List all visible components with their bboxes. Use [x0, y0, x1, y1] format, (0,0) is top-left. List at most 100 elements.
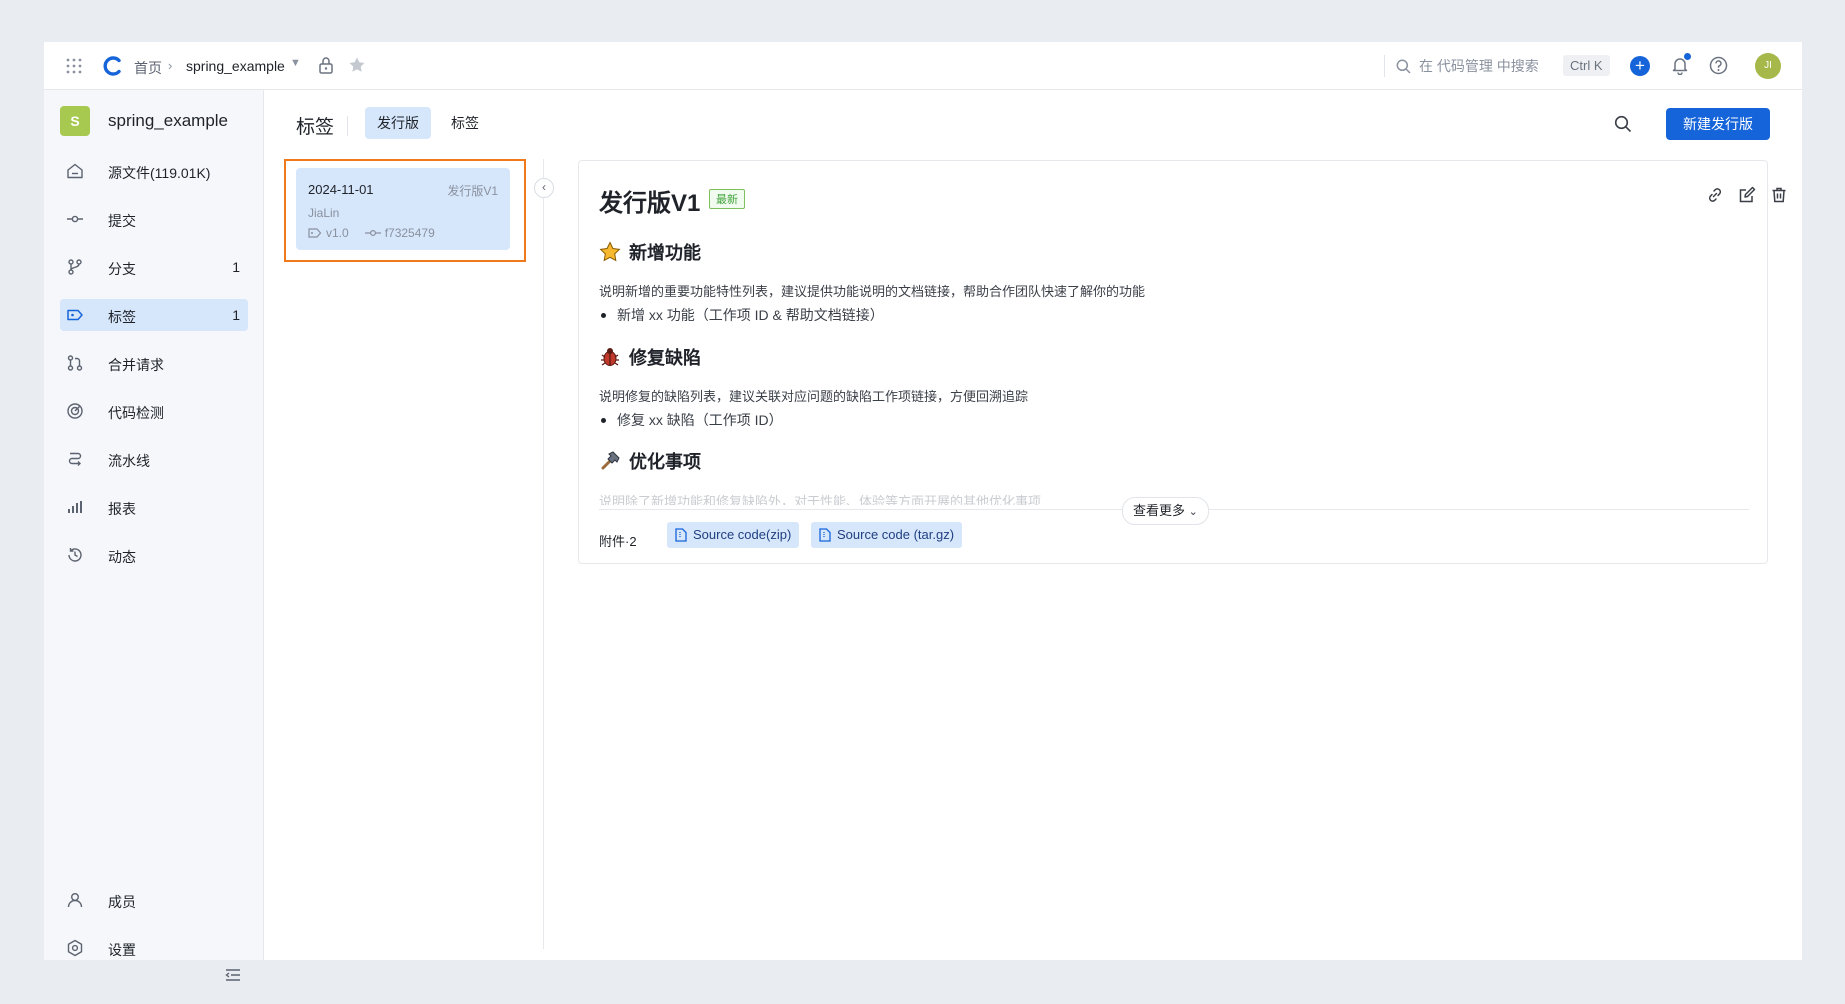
- bug-emoji-icon: [601, 348, 619, 366]
- sidebar-item-count: 1: [232, 307, 240, 323]
- section-heading: 修复缺陷: [599, 344, 701, 370]
- divider: [543, 159, 544, 949]
- star-emoji-icon: [599, 241, 621, 262]
- sidebar-item-label: 报表: [108, 501, 136, 517]
- bullet: [601, 417, 606, 423]
- avatar[interactable]: JI: [1755, 53, 1781, 79]
- repo-header[interactable]: S spring_example: [60, 106, 228, 136]
- divider: [1384, 55, 1385, 77]
- sidebar-item-label: 流水线: [108, 453, 150, 469]
- commit-icon: [364, 229, 381, 237]
- show-more-label: 查看更多: [1133, 503, 1186, 518]
- sidebar-item-reports[interactable]: 报表: [60, 491, 248, 523]
- tag-icon: [67, 309, 83, 321]
- breadcrumb-repo[interactable]: spring_example: [186, 58, 285, 74]
- list-item-text: 修复 xx 缺陷（工作项 ID）: [617, 412, 783, 428]
- sidebar-item-tags[interactable]: 标签 1: [60, 299, 248, 331]
- user-icon: [67, 893, 83, 908]
- sidebar-item-branches[interactable]: 分支 1: [60, 251, 248, 283]
- search-icon: [1396, 59, 1411, 74]
- scan-icon: [67, 403, 83, 419]
- tag-icon: [308, 228, 322, 238]
- sidebar-item-source[interactable]: 源文件(119.01K): [60, 155, 248, 187]
- section-heading: 优化事项: [599, 448, 701, 474]
- list-item: 新增 xx 功能（工作项 ID & 帮助文档链接）: [599, 305, 884, 325]
- hammer-emoji-icon: [601, 451, 620, 470]
- section-description: 说明修复的缺陷列表，建议关联对应问题的缺陷工作项链接，方便回溯追踪: [599, 389, 1029, 404]
- sidebar-item-label: 动态: [108, 549, 136, 565]
- release-author: JiaLin: [308, 206, 340, 220]
- sidebar-item-merge-requests[interactable]: 合并请求: [60, 347, 248, 379]
- breadcrumb-home[interactable]: 首页: [134, 58, 162, 78]
- sidebar-item-label: 标签: [108, 309, 136, 325]
- section-heading-text: 优化事项: [629, 452, 701, 472]
- sidebar-item-activity[interactable]: 动态: [60, 539, 248, 571]
- tab-tags[interactable]: 标签: [439, 107, 491, 139]
- help-icon[interactable]: [1709, 56, 1728, 75]
- sidebar-item-label: 源文件(119.01K): [108, 165, 211, 181]
- settings-icon: [67, 939, 83, 957]
- release-detail: 发行版V1 最新 新增功能 说明新增的重要功能特性列表，建议提供功能说明的文档链…: [578, 160, 1786, 564]
- list-item-text: 新增 xx 功能（工作项 ID & 帮助文档链接）: [617, 307, 884, 323]
- attachment-targz[interactable]: Source code (tar.gz): [811, 522, 963, 548]
- app-grid-icon[interactable]: [66, 58, 82, 74]
- sidebar-item-count: 1: [232, 259, 240, 275]
- sidebar-item-label: 合并请求: [108, 357, 164, 373]
- global-search[interactable]: 在 代码管理 中搜索: [1396, 54, 1539, 78]
- sidebar-item-code-scan[interactable]: 代码检测: [60, 395, 248, 427]
- section-heading-text: 新增功能: [629, 243, 701, 263]
- product-logo-icon[interactable]: [103, 55, 125, 77]
- star-icon[interactable]: [348, 56, 366, 74]
- release-name: 发行版V1: [447, 184, 498, 198]
- sidebar-item-settings[interactable]: 设置: [60, 932, 248, 964]
- chevron-down-icon: ⌄: [1188, 506, 1198, 518]
- pipeline-icon: [68, 452, 82, 466]
- attachment-name: Source code(zip): [693, 527, 792, 542]
- sidebar-item-pipeline[interactable]: 流水线: [60, 443, 248, 475]
- repo-badge: S: [60, 106, 90, 136]
- edit-icon[interactable]: [1738, 186, 1756, 204]
- section-heading: 新增功能: [599, 239, 701, 265]
- attachments-label: 附件·2: [599, 534, 637, 549]
- chevron-left-icon[interactable]: ‹: [534, 178, 554, 198]
- tab-releases[interactable]: 发行版: [365, 107, 431, 139]
- attachment-name: Source code (tar.gz): [837, 527, 955, 542]
- chart-icon: [68, 501, 82, 513]
- release-title: 发行版V1: [599, 190, 701, 217]
- release-tag: v1.0: [326, 226, 349, 240]
- breadcrumb-separator: ›: [168, 58, 173, 73]
- repo-name: spring_example: [108, 111, 229, 130]
- create-button[interactable]: +: [1630, 56, 1650, 76]
- show-more-button[interactable]: 查看更多 ⌄: [1122, 497, 1209, 525]
- link-icon[interactable]: [1706, 186, 1724, 204]
- sidebar-item-members[interactable]: 成员: [60, 884, 248, 916]
- sidebar: S spring_example 源文件(119.01K) 提交 分支 1 标签…: [44, 90, 264, 981]
- search-icon[interactable]: [1614, 115, 1632, 133]
- release-list-item[interactable]: 2024-11-01 发行版V1 JiaLin v1.0 f7325479: [296, 168, 510, 250]
- attachment-zip[interactable]: Source code(zip): [667, 522, 800, 548]
- lock-icon[interactable]: [318, 56, 334, 74]
- latest-badge: 最新: [709, 189, 745, 209]
- chevron-down-icon[interactable]: ▼: [290, 57, 301, 69]
- list-item: 修复 xx 缺陷（工作项 ID）: [599, 410, 783, 430]
- merge-request-icon: [67, 355, 83, 371]
- sidebar-item-commits[interactable]: 提交: [60, 203, 248, 235]
- divider: [347, 116, 348, 136]
- new-release-button[interactable]: 新建发行版: [1666, 108, 1770, 140]
- sidebar-item-label: 提交: [108, 213, 136, 229]
- history-icon: [68, 548, 82, 562]
- release-date: 2024-11-01: [308, 182, 374, 197]
- search-placeholder: 在 代码管理 中搜索: [1419, 58, 1539, 74]
- sidebar-item-label: 分支: [108, 261, 136, 277]
- collapse-sidebar-icon[interactable]: [224, 966, 242, 984]
- home-icon: [67, 163, 83, 179]
- bullet: [601, 312, 606, 318]
- section-heading-text: 修复缺陷: [629, 348, 701, 368]
- branch-icon: [68, 259, 82, 275]
- file-icon: [675, 528, 687, 542]
- section-description: 说明新增的重要功能特性列表，建议提供功能说明的文档链接，帮助合作团队快速了解你的…: [599, 284, 1146, 299]
- delete-icon[interactable]: [1770, 186, 1788, 204]
- commit-icon: [67, 215, 83, 223]
- sidebar-item-label: 成员: [108, 894, 136, 910]
- section-description-faded: 说明除了新增功能和修复缺陷外，对于性能、体验等方面开展的其他优化事项: [599, 494, 1042, 505]
